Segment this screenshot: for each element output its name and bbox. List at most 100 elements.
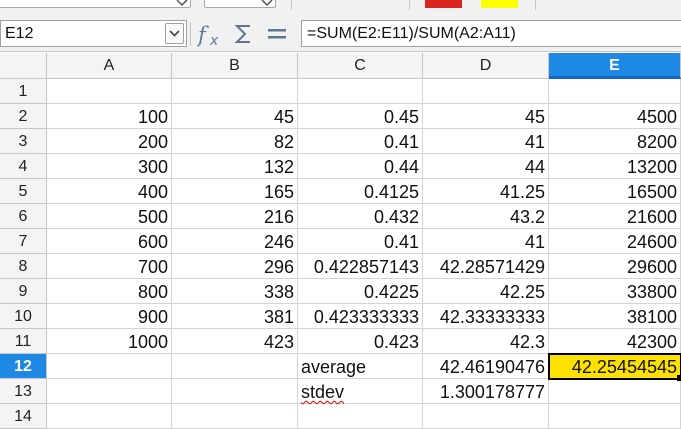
row-header-2[interactable]: 2 [0, 104, 47, 129]
cell-e1[interactable] [549, 79, 681, 104]
function-wizard-icon[interactable]: f x [197, 20, 225, 48]
cell-b10[interactable]: 381 [172, 304, 298, 329]
cell-e3[interactable]: 8200 [549, 129, 681, 154]
cell-e9[interactable]: 33800 [549, 279, 681, 304]
row-header-4[interactable]: 4 [0, 154, 47, 179]
row-header-12[interactable]: 12 [0, 354, 47, 379]
cell-d12[interactable]: 42.46190476 [423, 354, 549, 379]
cell-c13[interactable]: stdev [298, 379, 423, 404]
cell-a2[interactable]: 100 [47, 104, 172, 129]
cell-c9[interactable]: 0.4225 [298, 279, 423, 304]
cell-b14[interactable] [172, 404, 298, 429]
cell-e12[interactable]: 42.25454545 [548, 353, 681, 380]
cell-d14[interactable] [423, 404, 549, 429]
cell-d2[interactable]: 45 [423, 104, 549, 129]
cell-e13[interactable] [549, 379, 681, 404]
cell-b13[interactable] [172, 379, 298, 404]
column-header-e[interactable]: E [549, 53, 681, 79]
row-header-7[interactable]: 7 [0, 229, 47, 254]
row-header-6[interactable]: 6 [0, 204, 47, 229]
cell-e14[interactable] [549, 404, 681, 429]
cell-a8[interactable]: 700 [47, 254, 172, 279]
formula-input[interactable]: =SUM(E2:E11)/SUM(A2:A11) [301, 20, 681, 47]
cell-d9[interactable]: 42.25 [423, 279, 549, 304]
cell-b9[interactable]: 338 [172, 279, 298, 304]
cell-d13[interactable]: 1.300178777 [423, 379, 549, 404]
cell-c8[interactable]: 0.422857143 [298, 254, 423, 279]
cell-b12[interactable] [172, 354, 298, 379]
select-all-corner[interactable] [0, 53, 47, 79]
row-header-3[interactable]: 3 [0, 129, 47, 154]
autofill-handle[interactable] [677, 375, 681, 381]
cell-a1[interactable] [47, 79, 172, 104]
cell-a13[interactable] [47, 379, 172, 404]
cell-c4[interactable]: 0.44 [298, 154, 423, 179]
cell-c2[interactable]: 0.45 [298, 104, 423, 129]
name-box[interactable]: E12 [0, 20, 187, 47]
column-header-d[interactable]: D [423, 53, 549, 79]
row-header-13[interactable]: 13 [0, 379, 47, 404]
column-header-a[interactable]: A [47, 53, 172, 79]
cell-a11[interactable]: 1000 [47, 329, 172, 354]
cell-e5[interactable]: 16500 [549, 179, 681, 204]
name-box-dropdown-button[interactable] [165, 23, 184, 44]
cell-d11[interactable]: 42.3 [423, 329, 549, 354]
cell-b11[interactable]: 423 [172, 329, 298, 354]
cell-c6[interactable]: 0.432 [298, 204, 423, 229]
cell-c5[interactable]: 0.4125 [298, 179, 423, 204]
cell-d5[interactable]: 41.25 [423, 179, 549, 204]
cell-c11[interactable]: 0.423 [298, 329, 423, 354]
cell-e4[interactable]: 13200 [549, 154, 681, 179]
column-header-c[interactable]: C [298, 53, 423, 79]
cell-a7[interactable]: 600 [47, 229, 172, 254]
cell-a14[interactable] [47, 404, 172, 429]
cell-e2[interactable]: 4500 [549, 104, 681, 129]
row-header-1[interactable]: 1 [0, 79, 47, 104]
cell-c10[interactable]: 0.423333333 [298, 304, 423, 329]
cell-b4[interactable]: 132 [172, 154, 298, 179]
cell-d8[interactable]: 42.28571429 [423, 254, 549, 279]
cell-e11[interactable]: 42300 [549, 329, 681, 354]
cell-d10[interactable]: 42.33333333 [423, 304, 549, 329]
equals-icon[interactable] [266, 22, 288, 46]
cell-b8[interactable]: 296 [172, 254, 298, 279]
row-header-11[interactable]: 11 [0, 329, 47, 354]
cell-c3[interactable]: 0.41 [298, 129, 423, 154]
cell-a12[interactable] [47, 354, 172, 379]
cell-e10[interactable]: 38100 [549, 304, 681, 329]
sum-icon[interactable] [233, 22, 255, 46]
row-header-5[interactable]: 5 [0, 179, 47, 204]
cell-d7[interactable]: 41 [423, 229, 549, 254]
cell-c12[interactable]: average [298, 354, 423, 379]
cell-b7[interactable]: 246 [172, 229, 298, 254]
cell-a10[interactable]: 900 [47, 304, 172, 329]
cell-b3[interactable]: 82 [172, 129, 298, 154]
cell-c14[interactable] [298, 404, 423, 429]
highlight-color-swatch[interactable] [481, 0, 518, 8]
cell-d3[interactable]: 41 [423, 129, 549, 154]
row-header-14[interactable]: 14 [0, 404, 47, 429]
cell-b5[interactable]: 165 [172, 179, 298, 204]
cell-c1[interactable] [298, 79, 423, 104]
font-size-combobox[interactable] [204, 0, 276, 8]
row-header-10[interactable]: 10 [0, 304, 47, 329]
cell-a5[interactable]: 400 [47, 179, 172, 204]
cell-d4[interactable]: 44 [423, 154, 549, 179]
cell-a6[interactable]: 500 [47, 204, 172, 229]
row-header-8[interactable]: 8 [0, 254, 47, 279]
cell-e6[interactable]: 21600 [549, 204, 681, 229]
cell-a9[interactable]: 800 [47, 279, 172, 304]
cell-e7[interactable]: 24600 [549, 229, 681, 254]
cell-e8[interactable]: 29600 [549, 254, 681, 279]
cell-b1[interactable] [172, 79, 298, 104]
cell-b2[interactable]: 45 [172, 104, 298, 129]
cell-b6[interactable]: 216 [172, 204, 298, 229]
column-header-b[interactable]: B [172, 53, 298, 79]
cell-d6[interactable]: 43.2 [423, 204, 549, 229]
cell-a4[interactable]: 300 [47, 154, 172, 179]
font-color-swatch[interactable] [425, 0, 462, 8]
cell-d1[interactable] [423, 79, 549, 104]
cell-a3[interactable]: 200 [47, 129, 172, 154]
row-header-9[interactable]: 9 [0, 279, 47, 304]
font-name-combobox[interactable] [0, 0, 191, 8]
